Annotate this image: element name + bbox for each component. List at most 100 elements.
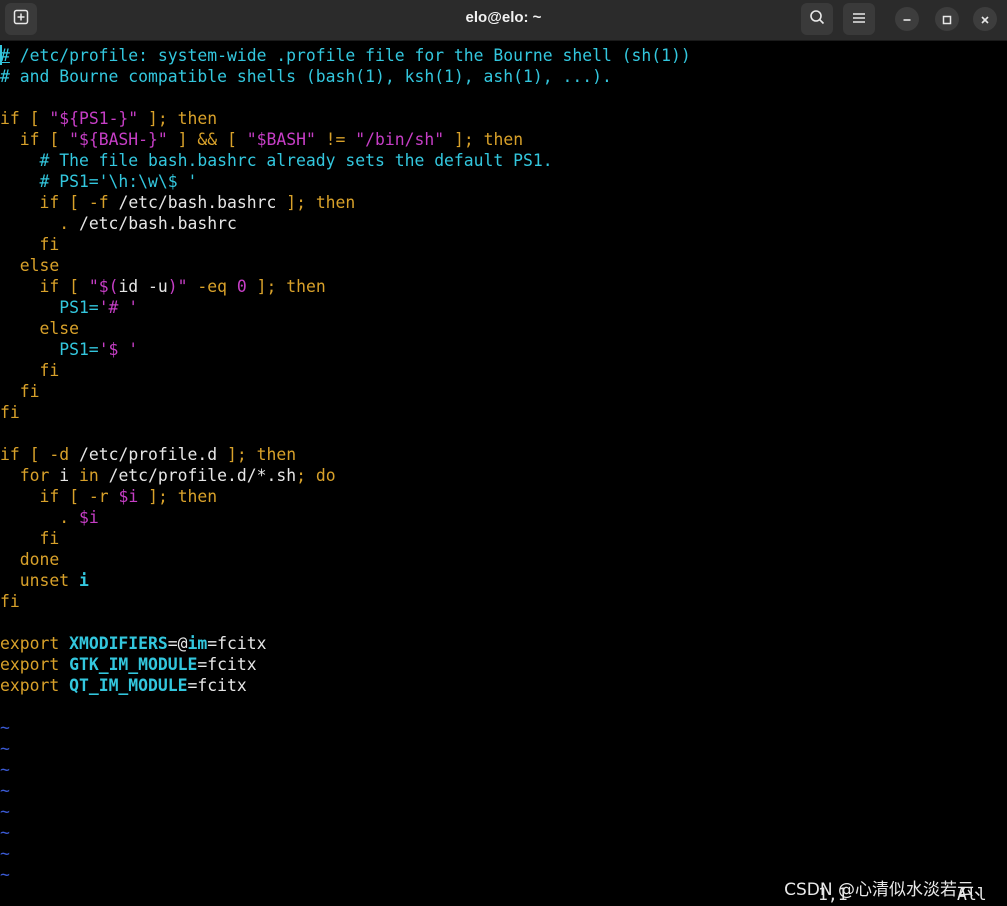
editor-line: if [ -d /etc/profile.d ]; then [0, 444, 296, 465]
code-token: if [0, 445, 20, 464]
search-icon [809, 9, 825, 29]
code-token: id -u [118, 277, 168, 296]
code-token: )" [167, 277, 188, 296]
code-token: if [0, 193, 60, 212]
editor-line: fi [0, 528, 59, 549]
code-token: [ [39, 130, 70, 149]
editor-line: PS1='# ' [0, 297, 138, 318]
code-token: /etc/bash.bashrc [69, 214, 237, 233]
editor-line: else [0, 255, 59, 276]
code-token: ]; [444, 130, 484, 149]
code-token: 0 [236, 277, 247, 296]
code-token: unset [0, 571, 70, 590]
empty-line-marker: ~ [0, 823, 10, 842]
minimize-button[interactable] [895, 7, 919, 31]
code-token: if [0, 487, 60, 506]
editor-line: ~ [0, 822, 10, 843]
code-token: ]; [246, 277, 287, 296]
code-token: fi [0, 403, 20, 422]
code-token: then [286, 277, 326, 296]
editor-line: . $i [0, 507, 99, 528]
code-token: "$BASH" [246, 130, 316, 149]
code-token: if [0, 130, 40, 149]
code-token: XMODIFIERS [69, 634, 168, 653]
editor-line: # /etc/profile: system-wide .profile fil… [0, 45, 691, 66]
window-titlebar: elo@elo: ~ [0, 0, 1007, 41]
hamburger-icon [852, 10, 866, 29]
code-token: i [49, 466, 79, 485]
editor-line: if [ "${PS1-}" ]; then [0, 108, 217, 129]
code-token: /etc/profile.d/*.sh [98, 466, 297, 485]
code-token: i [78, 571, 89, 590]
editor-line: if [ -f /etc/bash.bashrc ]; then [0, 192, 355, 213]
code-token: done [0, 550, 60, 569]
editor-line: done [0, 549, 59, 570]
code-token: fi [0, 235, 60, 254]
editor-line: # PS1='\h:\w\$ ' [0, 171, 197, 192]
maximize-icon [942, 10, 952, 29]
code-token: then [177, 487, 218, 506]
editor-line: fi [0, 381, 40, 402]
code-token: [ [19, 109, 50, 128]
editor-line: export GTK_IM_MODULE=fcitx [0, 654, 257, 675]
maximize-button[interactable] [935, 7, 959, 31]
code-token: /etc/bash.bashrc [108, 193, 287, 212]
csdn-watermark: CSDN @心清似水淡若云、 [784, 880, 991, 900]
code-token: ]; [138, 109, 178, 128]
code-token: '$ ' [98, 340, 139, 359]
code-token: in [78, 466, 99, 485]
code-token: $i [78, 508, 99, 527]
empty-line-marker: ~ [0, 718, 10, 737]
code-token: fi [0, 382, 40, 401]
close-button[interactable] [973, 7, 997, 31]
code-token: for [0, 466, 50, 485]
code-token: != [315, 130, 356, 149]
code-token: "$( [88, 277, 119, 296]
code-token: GTK_IM_MODULE [69, 655, 198, 674]
terminal-scrollbar[interactable] [1001, 44, 1007, 906]
code-token: -r [88, 487, 109, 506]
code-token: ] && [ [167, 130, 247, 149]
code-token: im [187, 634, 208, 653]
code-token: '# ' [98, 298, 139, 317]
code-token: =fcitx [197, 655, 257, 674]
code-token: =fcitx [187, 676, 247, 695]
code-token: PS1= [0, 298, 99, 317]
code-token: if [0, 277, 60, 296]
editor-line: ~ [0, 738, 10, 759]
code-token: . [0, 214, 70, 233]
code-token: # The file bash.bashrc already sets the … [0, 151, 553, 170]
code-token: export [0, 634, 60, 653]
editor-line: ~ [0, 759, 10, 780]
code-token: [ [59, 487, 89, 506]
search-button[interactable] [801, 3, 833, 35]
menu-button[interactable] [843, 3, 875, 35]
vim-editor-buffer[interactable]: # /etc/profile: system-wide .profile fil… [0, 44, 1007, 906]
code-token: [ [59, 277, 89, 296]
editor-line: if [ "$(id -u)" -eq 0 ]; then [0, 276, 326, 297]
code-token: fi [0, 592, 20, 611]
editor-line: ~ [0, 843, 10, 864]
code-token: "/bin/sh" [355, 130, 445, 149]
editor-line: # and Bourne compatible shells (bash(1),… [0, 66, 612, 87]
code-token: fi [0, 361, 60, 380]
code-token: -f [88, 193, 109, 212]
code-token: ]; [227, 445, 257, 464]
code-token: "${PS1-}" [49, 109, 139, 128]
editor-line: export QT_IM_MODULE=fcitx [0, 675, 247, 696]
editor-line: ~ [0, 717, 10, 738]
editor-line: # The file bash.bashrc already sets the … [0, 150, 553, 171]
close-icon [980, 10, 990, 29]
empty-line-marker: ~ [0, 781, 10, 800]
code-token: /etc/profile: system-wide .profile file … [9, 46, 691, 65]
empty-line-marker: ~ [0, 865, 10, 884]
code-token: else [0, 319, 79, 338]
editor-line: ~ [0, 864, 10, 885]
empty-line-marker: ~ [0, 760, 10, 779]
editor-line: ~ [0, 780, 10, 801]
